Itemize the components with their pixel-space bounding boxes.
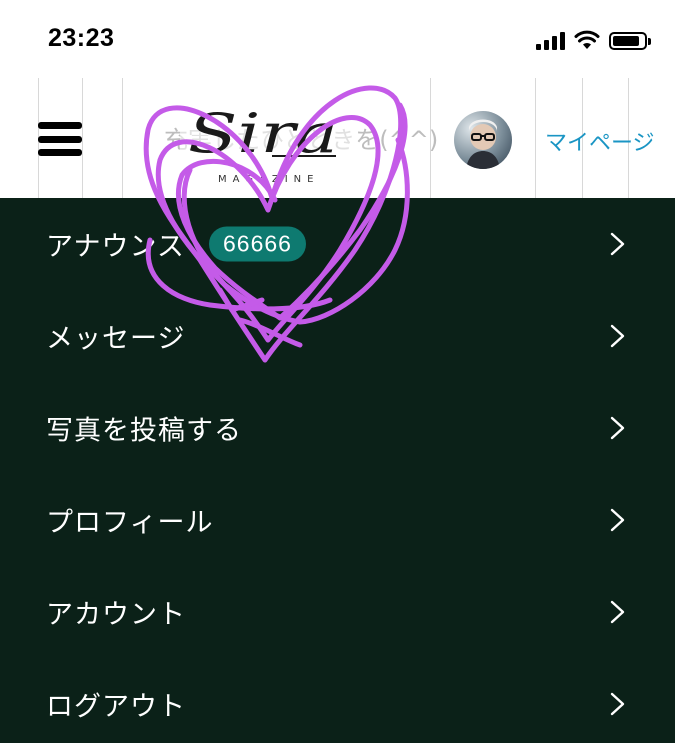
app-header: 充実したひとときを(^^) Sira MAGAZINE マイページ [0,78,675,198]
chevron-right-icon [610,508,625,532]
sira-magazine-logo: Sira MAGAZINE [180,94,358,185]
menu-item-label: プロフィール [46,507,214,539]
menu-item-label: 写真を投稿する [46,415,242,447]
chevron-right-icon [610,600,625,624]
menu-item-post-photo[interactable]: 写真を投稿する [0,382,675,474]
chevron-right-icon [610,416,625,440]
battery-icon [609,32,651,50]
chevron-right-icon [610,324,625,348]
menu-item-label: メッセージ [46,323,186,355]
menu-item-label: アカウント [46,599,186,631]
user-avatar[interactable] [454,111,512,169]
menu-item-announce[interactable]: アナウンス 66666 [0,198,675,290]
status-time: 23:23 [48,24,115,52]
menu-item-logout[interactable]: ログアウト [0,658,675,750]
announce-count-badge: 66666 [209,226,306,262]
menu-item-label: ログアウト [46,691,186,723]
menu-item-label: アナウンス [46,231,185,263]
menu-item-account[interactable]: アカウント [0,566,675,658]
hamburger-menu-icon[interactable] [38,122,82,156]
status-bar: 23:23 [0,0,675,78]
status-icons [536,28,651,50]
wifi-icon [574,30,600,49]
mypage-link[interactable]: マイページ [545,125,655,157]
menu-item-profile[interactable]: プロフィール [0,474,675,566]
chevron-right-icon [610,692,625,716]
cellular-signal-icon [536,32,565,50]
menu-item-messages[interactable]: メッセージ [0,290,675,382]
chevron-right-icon [610,232,625,256]
side-menu: アナウンス 66666 メッセージ 写真を投稿する プロフィール アカウント ロ… [0,198,675,743]
logo-subtext: MAGAZINE [218,174,319,185]
